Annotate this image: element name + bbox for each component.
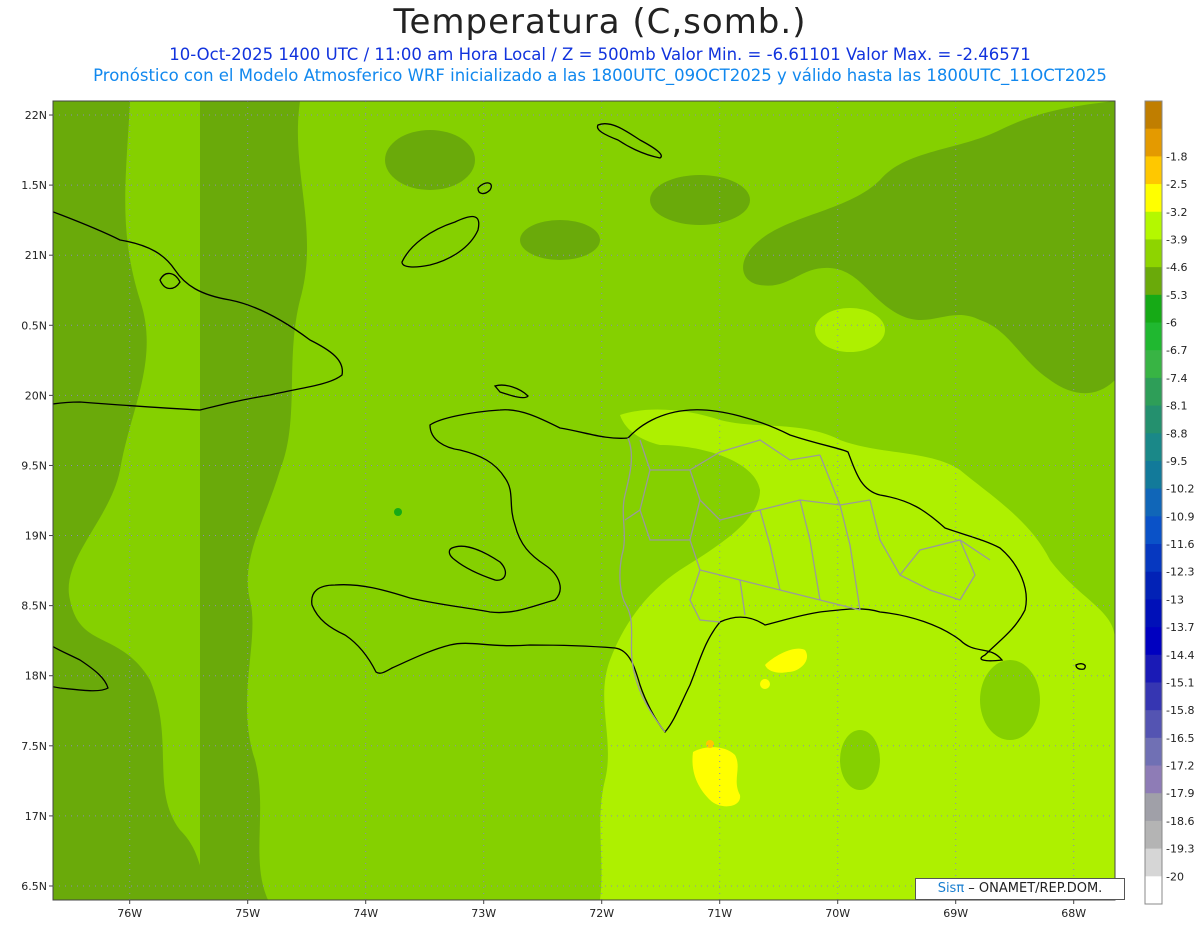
legend-label: -18.6 [1166,815,1194,828]
legend-label: -11.6 [1166,538,1194,551]
lat-label: 21N [25,249,47,262]
legend-swatch [1145,876,1162,905]
legend-label: -13.7 [1166,621,1194,634]
lat-label: 9.5N [21,459,47,472]
legend-label: -17.2 [1166,760,1194,773]
legend-label: -9.5 [1166,455,1187,468]
cold-spot [394,508,402,516]
legend-swatch [1145,350,1162,379]
credit-text: – ONAMET/REP.DOM. [964,881,1103,896]
legend-swatch [1145,156,1162,185]
legend-swatch [1145,848,1162,877]
credit-box: Sisπ – ONAMET/REP.DOM. [915,878,1125,900]
lat-label: 1.5N [21,179,47,192]
field-patch [385,130,475,190]
legend-swatch [1145,460,1162,490]
legend-label: -8.8 [1166,427,1187,440]
warm-spot-3 [760,679,770,689]
legend-label: -5.3 [1166,289,1187,302]
lon-label: 73W [471,907,496,920]
lat-label: 0.5N [21,319,47,332]
legend-swatch [1145,405,1162,434]
lat-label: 7.5N [21,740,47,753]
legend-label: -10.2 [1166,483,1194,496]
field-patch [650,175,750,225]
legend-swatch [1145,737,1162,767]
legend-swatch [1145,765,1162,794]
lon-label: 69W [943,907,968,920]
lon-label: 74W [353,907,378,920]
warm-spot-4 [706,740,714,748]
legend-swatch [1145,433,1162,462]
lat-label: 22N [25,109,47,122]
legend-label: -14.4 [1166,649,1194,662]
color-legend: -1.8 -2.5 -3.2 -3.9 -4.6 -5.3 -6 -6.7 -7.4 -8.1 -8… [1144,100,1194,905]
lat-label: 18N [25,670,47,683]
legend-label: -15.8 [1166,704,1194,717]
shaded-field [53,101,1115,900]
legend-label: -19.3 [1166,843,1194,856]
legend-label: -3.9 [1166,233,1187,246]
legend-label: -7.4 [1166,372,1187,385]
credit-brand: Sisπ [937,881,965,896]
legend-swatch [1145,544,1162,573]
legend-swatch [1145,682,1162,711]
lat-label: 19N [25,530,47,543]
legend-swatch [1145,571,1162,600]
legend-swatch [1145,654,1162,683]
legend-swatch [1145,627,1162,656]
legend-label: -6.7 [1166,344,1187,357]
lat-label: 6.5N [21,880,47,893]
lat-label: 8.5N [21,600,47,613]
legend-swatch [1145,101,1162,130]
field-patch [520,220,600,260]
legend-swatch [1145,267,1162,296]
legend-label: -2.5 [1166,178,1187,191]
legend-swatch [1145,488,1162,517]
lon-label: 75W [235,907,260,920]
legend-swatch [1145,710,1162,739]
field-patch [840,730,880,790]
legend-label: -10.9 [1166,510,1194,523]
legend-label: -4.6 [1166,261,1187,274]
legend-label: -20 [1166,870,1184,883]
lat-label: 17N [25,810,47,823]
legend-swatch [1145,820,1162,850]
lon-label: 76W [117,907,142,920]
lat-label: 20N [25,389,47,402]
lon-label: 68W [1061,907,1086,920]
legend-label: -3.2 [1166,206,1187,219]
legend-swatch [1145,239,1162,268]
field-patch [815,308,885,352]
legend-swatch [1145,184,1162,213]
legend-label: -6 [1166,317,1177,330]
legend-label: -13 [1166,593,1184,606]
lon-label: 70W [825,907,850,920]
lon-label: 71W [707,907,732,920]
legend-swatch [1145,516,1162,545]
legend-label: -1.8 [1166,150,1187,163]
field-patch [980,660,1040,740]
legend-label: -8.1 [1166,400,1187,413]
temperature-map: 22N 1.5N 21N 0.5N 20N 9.5N 19N 8.5N 18N 7.5N 17N 6.… [21,100,1194,920]
legend-swatch [1145,211,1162,240]
legend-label: -15.1 [1166,676,1194,689]
legend-swatch [1145,793,1162,822]
legend-label: -12.3 [1166,566,1194,579]
legend-swatch [1145,294,1162,324]
legend-label: -17.9 [1166,787,1194,800]
legend-label: -16.5 [1166,732,1194,745]
legend-swatch [1145,377,1162,407]
legend-swatch [1145,322,1162,351]
legend-swatch [1145,128,1162,157]
lon-label: 72W [589,907,614,920]
legend-swatch [1145,599,1162,628]
